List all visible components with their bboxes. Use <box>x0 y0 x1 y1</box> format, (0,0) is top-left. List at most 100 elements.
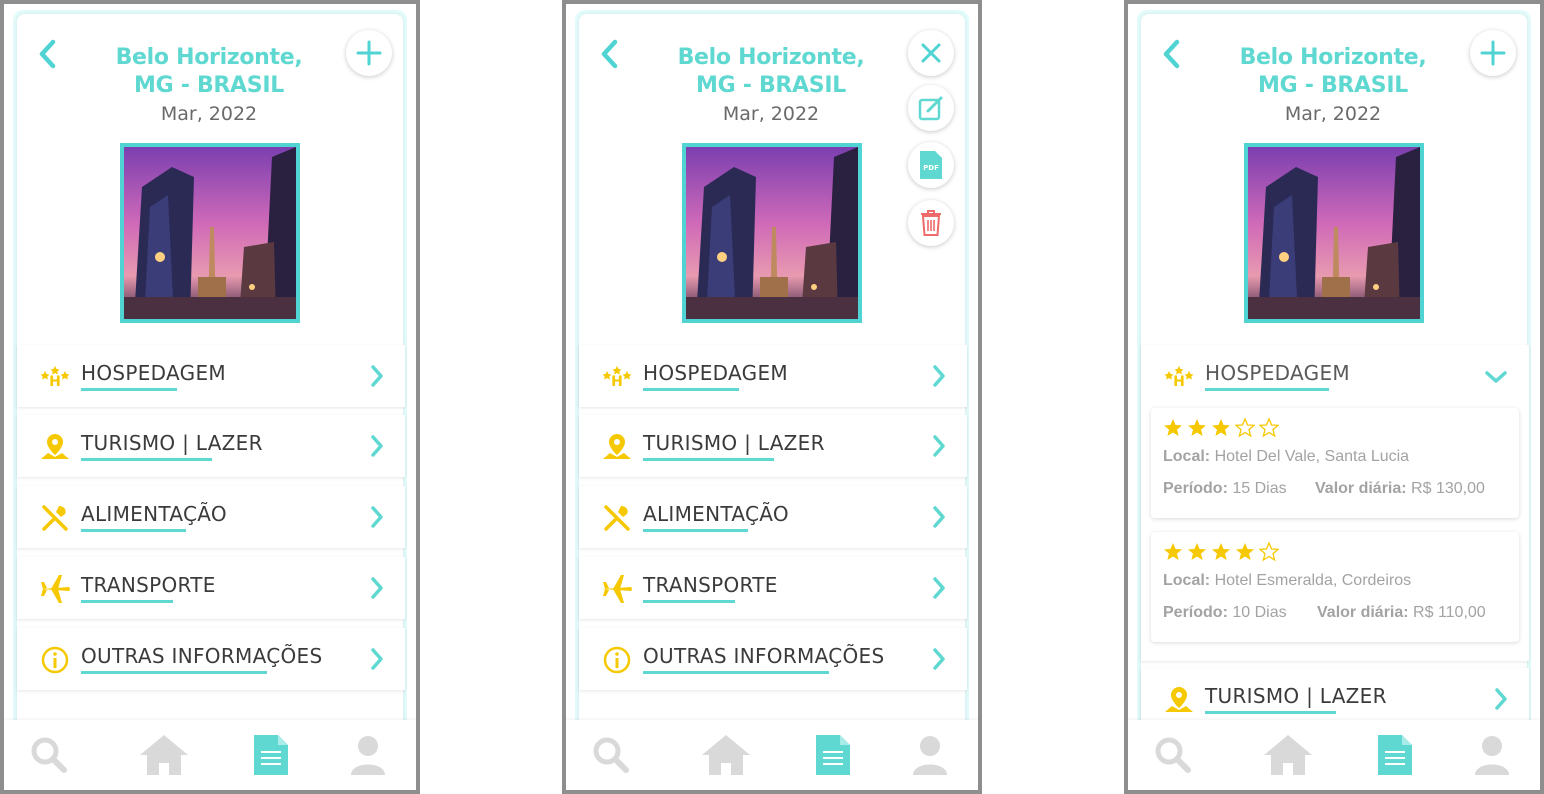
star-empty-icon <box>1235 418 1255 438</box>
hotel-daily-rate: Valor diária: R$ 130,00 <box>1315 480 1485 498</box>
category-row-outras[interactable]: OUTRAS INFORMAÇÕES <box>579 628 967 690</box>
delete-button[interactable] <box>908 200 954 246</box>
city-photo <box>1244 143 1424 323</box>
chevron-right-icon <box>933 365 945 387</box>
city-photo <box>682 143 862 323</box>
add-button[interactable] <box>346 30 392 76</box>
chevron-down-icon <box>1485 371 1507 383</box>
hotel-card[interactable]: Local: Hotel Esmeralda, Cordeiros Períod… <box>1151 532 1519 642</box>
nav-search[interactable] <box>584 730 638 780</box>
star-filled-icon <box>1164 419 1182 436</box>
state-country-title: MG - BRASIL <box>696 73 846 98</box>
trip-date: Mar, 2022 <box>160 103 258 125</box>
back-button[interactable] <box>596 37 624 71</box>
category-row-transporte[interactable]: TRANSPORTE <box>17 557 405 619</box>
category-row-hospedagem-expanded[interactable]: H HOSPEDAGEM <box>1141 345 1529 397</box>
category-row-alimentacao[interactable]: ALIMENTAÇÃO <box>17 486 405 548</box>
star-filled-icon <box>1188 543 1206 560</box>
hotel-card[interactable]: Local: Hotel Del Vale, Santa Lucia Perío… <box>1151 408 1519 518</box>
profile-icon <box>1475 736 1509 775</box>
category-row-hospedagem[interactable]: H HOSPEDAGEM <box>579 345 967 407</box>
back-button[interactable] <box>1158 37 1186 71</box>
search-icon <box>593 737 629 773</box>
city-title: Belo Horizonte, <box>1239 45 1427 70</box>
category-label: HOSPEDAGEM <box>81 361 226 385</box>
label-underline <box>1205 388 1329 391</box>
category-label: TURISMO | LAZER <box>81 431 263 455</box>
screen-sheet: PDF Belo Horizonte, MG - BRASIL Mar, 202… <box>566 4 978 790</box>
label-underline <box>81 529 186 532</box>
star-filled-icon <box>1212 543 1230 560</box>
rate-value: R$ 110,00 <box>1413 604 1486 621</box>
label-underline <box>1205 711 1336 714</box>
document-icon <box>254 735 288 775</box>
phone-screen-3: Belo Horizonte, MG - BRASIL Mar, 2022 H … <box>1124 0 1544 794</box>
add-button[interactable] <box>1470 30 1516 76</box>
state-country-title: MG - BRASIL <box>1258 73 1408 98</box>
nav-documents[interactable] <box>244 730 298 780</box>
nav-profile[interactable] <box>1465 730 1519 780</box>
nav-home[interactable] <box>137 730 191 780</box>
label-underline <box>81 458 212 461</box>
phone-screen-1: Belo Horizonte, MG - BRASIL Mar, 2022 H … <box>0 0 420 794</box>
category-row-hospedagem[interactable]: H HOSPEDAGEM <box>17 345 405 407</box>
rate-label: Valor diária: <box>1317 604 1409 621</box>
chevron-left-icon <box>601 39 618 69</box>
edit-button[interactable] <box>908 85 954 131</box>
document-icon <box>816 735 850 775</box>
category-row-turismo[interactable]: TURISMO | LAZER <box>17 415 405 477</box>
bottom-nav <box>4 720 416 790</box>
phone-screen-2: PDF Belo Horizonte, MG - BRASIL Mar, 202… <box>562 0 982 794</box>
edit-icon <box>918 96 943 121</box>
label-underline <box>643 458 774 461</box>
bottom-nav <box>566 720 978 790</box>
bottom-nav <box>1128 720 1540 790</box>
hotel-stars-icon: H <box>1164 366 1194 390</box>
back-button[interactable] <box>34 37 62 71</box>
category-label: ALIMENTAÇÃO <box>81 502 227 526</box>
profile-icon <box>351 736 385 775</box>
nav-home[interactable] <box>1261 730 1315 780</box>
chevron-right-icon <box>933 435 945 457</box>
nav-documents[interactable] <box>806 730 860 780</box>
fork-knife-icon <box>604 505 630 531</box>
fork-knife-icon <box>42 505 68 531</box>
location-value: Hotel Esmeralda, Cordeiros <box>1214 572 1412 589</box>
category-row-transporte[interactable]: TRANSPORTE <box>579 557 967 619</box>
star-filled-icon <box>1188 419 1206 436</box>
home-icon <box>702 735 750 775</box>
hotel-location: Local: Hotel Esmeralda, Cordeiros <box>1163 572 1411 590</box>
category-label: OUTRAS INFORMAÇÕES <box>81 644 323 668</box>
nav-profile[interactable] <box>903 730 957 780</box>
label-underline <box>81 388 177 391</box>
category-label: ALIMENTAÇÃO <box>643 502 789 526</box>
nav-search[interactable] <box>22 730 76 780</box>
chevron-left-icon <box>39 39 56 69</box>
home-icon <box>1264 735 1312 775</box>
rate-value: R$ 130,00 <box>1411 480 1485 497</box>
period-value: 15 Dias <box>1232 480 1287 497</box>
nav-home[interactable] <box>699 730 753 780</box>
chevron-right-icon <box>371 577 383 599</box>
category-label: TRANSPORTE <box>643 573 778 597</box>
export-pdf-button[interactable]: PDF <box>908 142 954 188</box>
svg-text:H: H <box>49 374 61 390</box>
nav-documents[interactable] <box>1368 730 1422 780</box>
category-row-turismo[interactable]: TURISMO | LAZER <box>579 415 967 477</box>
trip-date: Mar, 2022 <box>722 103 820 125</box>
nav-profile[interactable] <box>341 730 395 780</box>
category-label: HOSPEDAGEM <box>643 361 788 385</box>
star-filled-icon <box>1212 419 1230 436</box>
category-label: TURISMO | LAZER <box>643 431 825 455</box>
nav-search[interactable] <box>1146 730 1200 780</box>
chevron-right-icon <box>371 648 383 670</box>
airplane-icon <box>41 575 70 603</box>
category-row-alimentacao[interactable]: ALIMENTAÇÃO <box>579 486 967 548</box>
hotel-period: Período: 15 Dias <box>1163 480 1287 498</box>
close-menu-button[interactable] <box>908 30 954 76</box>
document-icon <box>1378 735 1412 775</box>
label-underline <box>81 671 267 674</box>
star-empty-icon <box>1259 418 1279 438</box>
svg-text:H: H <box>1173 374 1185 390</box>
category-row-outras[interactable]: OUTRAS INFORMAÇÕES <box>17 628 405 690</box>
